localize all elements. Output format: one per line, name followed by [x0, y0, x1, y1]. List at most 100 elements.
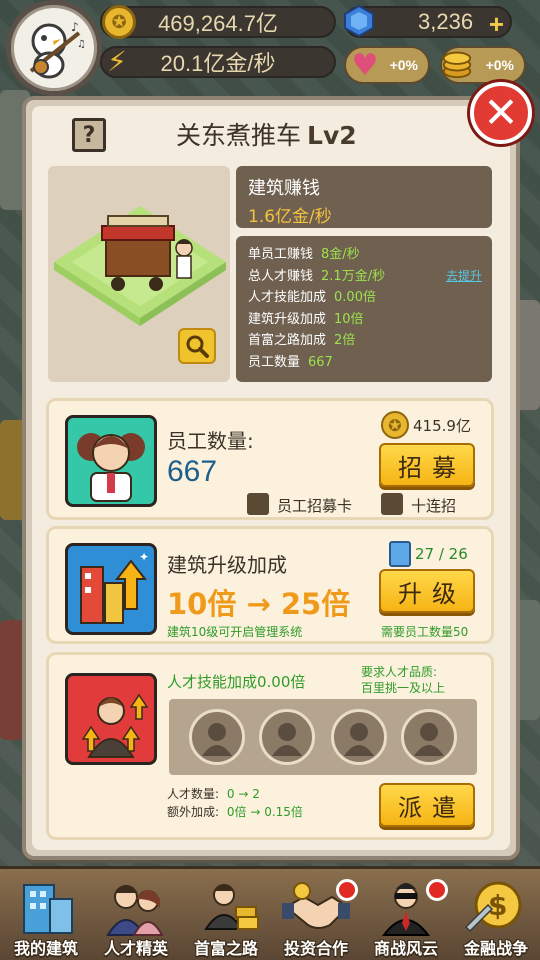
gem-icon	[342, 4, 376, 38]
staff-icon	[65, 415, 157, 507]
stat-value: 8金/秒	[321, 247, 360, 262]
stat-label: 总人才赚钱	[248, 268, 314, 284]
elite-icon	[106, 885, 164, 936]
svg-text:✦: ✦	[139, 550, 149, 564]
guitar-chick-icon: ♪ ♫	[29, 20, 86, 79]
gold-rate-bar: 20.1亿金/秒	[100, 46, 336, 78]
heart-icon: ♥	[351, 47, 379, 83]
stat-label: 单员工赚钱	[248, 247, 314, 262]
extra-bonus-value: 0倍 → 0.15倍	[226, 805, 303, 819]
upgrade-button-label: 升级	[398, 579, 466, 608]
dispatch-button-label: 派遣	[398, 793, 466, 822]
dispatch-button[interactable]: 派遣	[379, 783, 475, 827]
upgrade-progress: 27 / 26	[415, 545, 468, 563]
svg-text:$: $	[488, 889, 507, 922]
stats-panel: 单员工赚钱 8金/秒 总人才赚钱 2.1万金/秒 人才技能加成 0.00倍 建筑升级加…	[236, 236, 492, 382]
lightning-icon: ⚡	[107, 44, 127, 78]
talent-slot[interactable]	[259, 709, 315, 765]
talent-slots	[169, 699, 477, 775]
talent-count-row: 人才数量: 0 → 2	[167, 785, 260, 802]
nav-label: 金融战争	[463, 939, 528, 958]
talent-icon	[65, 673, 157, 765]
player-avatar[interactable]: ♪ ♫	[6, 0, 102, 96]
gold-coin-icon: ✪	[381, 411, 409, 439]
stat-label: 员工数量	[248, 354, 301, 370]
recruit-button[interactable]: 招募	[379, 443, 475, 487]
rich-road-icon	[204, 884, 259, 930]
staff-count-value: 667	[167, 455, 218, 488]
manage-system-hint: 建筑10级可开启管理系统	[167, 625, 303, 639]
add-gems-icon[interactable]: +	[489, 9, 504, 40]
building-upgrade-icon: ✦	[65, 543, 157, 635]
upgrade-button[interactable]: 升级	[379, 569, 475, 613]
building-level: Lv2	[307, 121, 357, 150]
upgrade-talent-link[interactable]: 去提升	[446, 267, 482, 284]
upgrade-multiplier: 10倍 → 25倍	[167, 587, 351, 621]
gold-amount: 469,264.7亿	[158, 11, 278, 36]
gold-rate: 20.1亿金/秒	[160, 51, 276, 76]
nav-rich-road[interactable]: 首富之路	[182, 875, 270, 960]
heart-boost-value: +0%	[389, 57, 418, 73]
bottom-nav: 我的建筑 人才精英 首富之路 投资合作 商战风云 $ 金融战争	[0, 866, 540, 960]
zoom-button[interactable]	[178, 328, 216, 364]
magnifier-icon	[186, 335, 209, 358]
blueprint-card-icon	[389, 541, 411, 567]
nav-finance-war[interactable]: $ 金融战争	[452, 875, 540, 960]
coin-boost-value: +0%	[485, 57, 514, 73]
nav-label: 投资合作	[283, 939, 348, 958]
skill-bonus-text: 人才技能加成0.00倍	[167, 673, 306, 691]
nav-business-war[interactable]: 商战风云	[362, 875, 450, 960]
close-button[interactable]: ✕	[470, 82, 532, 144]
notification-dot	[336, 879, 358, 901]
quality-requirement-value: 百里挑一及以上	[361, 681, 446, 695]
gold-coin-icon: ✪	[102, 5, 136, 39]
earnings-value: 1.6亿金/秒	[248, 207, 332, 227]
stat-label: 建筑升级加成	[248, 311, 327, 327]
gem-count: 3,236	[418, 9, 474, 34]
ten-draw-checkbox[interactable]	[381, 493, 403, 515]
talent-slot[interactable]	[401, 709, 457, 765]
recruit-card-label: 员工招募卡	[277, 497, 353, 515]
upgrade-card: ✦ 建筑升级加成 10倍 → 25倍 27 / 26 升级 建筑10级可开启管理…	[46, 526, 494, 644]
recruit-button-label: 招募	[398, 453, 466, 482]
stat-value: 2.1万金/秒	[321, 268, 386, 284]
notification-dot	[426, 879, 448, 901]
nav-label: 我的建筑	[13, 939, 78, 958]
nav-elite-talent[interactable]: 人才精英	[92, 875, 180, 960]
nav-label: 人才精英	[103, 939, 168, 958]
empty-person-icon	[202, 723, 232, 756]
stat-row: 单员工赚钱 8金/秒	[248, 244, 480, 266]
recruit-card-checkbox[interactable]	[247, 493, 269, 515]
stat-value: 667	[308, 354, 333, 370]
close-icon: ✕	[483, 88, 519, 137]
svg-text:♫: ♫	[77, 39, 86, 50]
empty-person-icon	[414, 723, 444, 756]
talent-slot[interactable]	[189, 709, 245, 765]
stat-value: 2倍	[334, 333, 356, 349]
stat-value: 10倍	[334, 311, 364, 327]
upgrade-label: 建筑升级加成	[167, 553, 287, 577]
empty-person-icon	[344, 723, 374, 756]
help-button[interactable]: ?	[72, 118, 106, 152]
nav-label: 商战风云	[373, 939, 438, 958]
quality-requirement-label: 要求人才品质:	[361, 665, 438, 679]
talent-slot[interactable]	[331, 709, 387, 765]
stat-row: 员工数量 667	[248, 352, 480, 374]
recruit-cost: 415.9亿	[413, 417, 471, 435]
talent-count-value: 0 → 2	[226, 787, 260, 801]
extra-bonus-label: 额外加成:	[167, 805, 220, 819]
talent-card: 人才技能加成0.00倍 要求人才品质: 百里挑一及以上 人才数量: 0 → 2 …	[46, 652, 494, 840]
nav-my-buildings[interactable]: 我的建筑	[2, 875, 90, 960]
staff-count-label: 员工数量:	[167, 429, 254, 453]
stat-row: 首富之路加成 2倍	[248, 330, 480, 352]
talent-count-label: 人才数量:	[167, 787, 220, 801]
earnings-panel: 建筑赚钱 1.6亿金/秒	[236, 166, 492, 228]
svg-text:♪: ♪	[71, 20, 79, 34]
building-name: 关东煮推车	[176, 121, 302, 150]
stat-row: 人才技能加成 0.00倍	[248, 287, 480, 309]
nav-investment[interactable]: 投资合作	[272, 875, 360, 960]
stat-row: 建筑升级加成 10倍	[248, 309, 480, 331]
stat-value: 0.00倍	[334, 290, 376, 306]
question-icon: ?	[82, 122, 96, 148]
staff-required-hint: 需要员工数量50	[381, 625, 469, 639]
